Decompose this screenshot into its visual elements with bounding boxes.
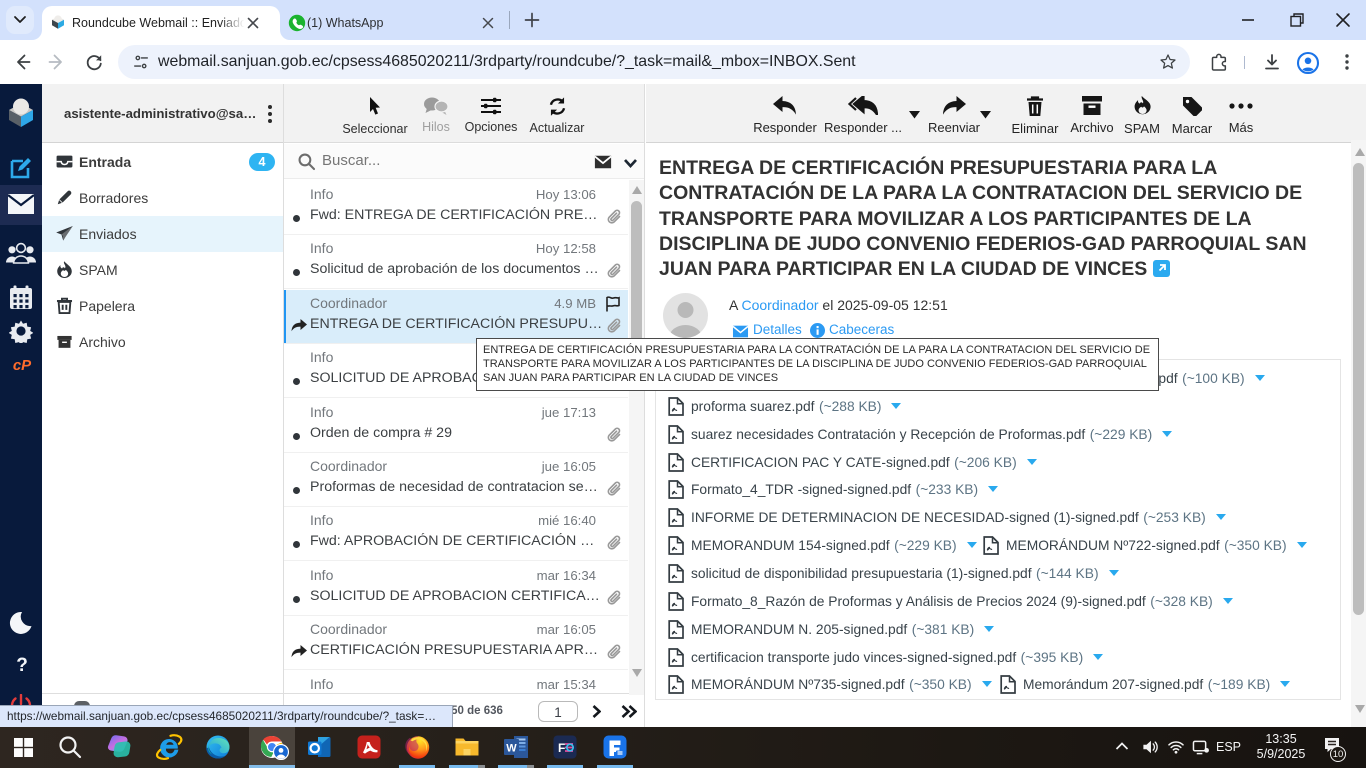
svg-text:W: W bbox=[506, 743, 517, 755]
svg-text:F: F bbox=[558, 741, 565, 755]
